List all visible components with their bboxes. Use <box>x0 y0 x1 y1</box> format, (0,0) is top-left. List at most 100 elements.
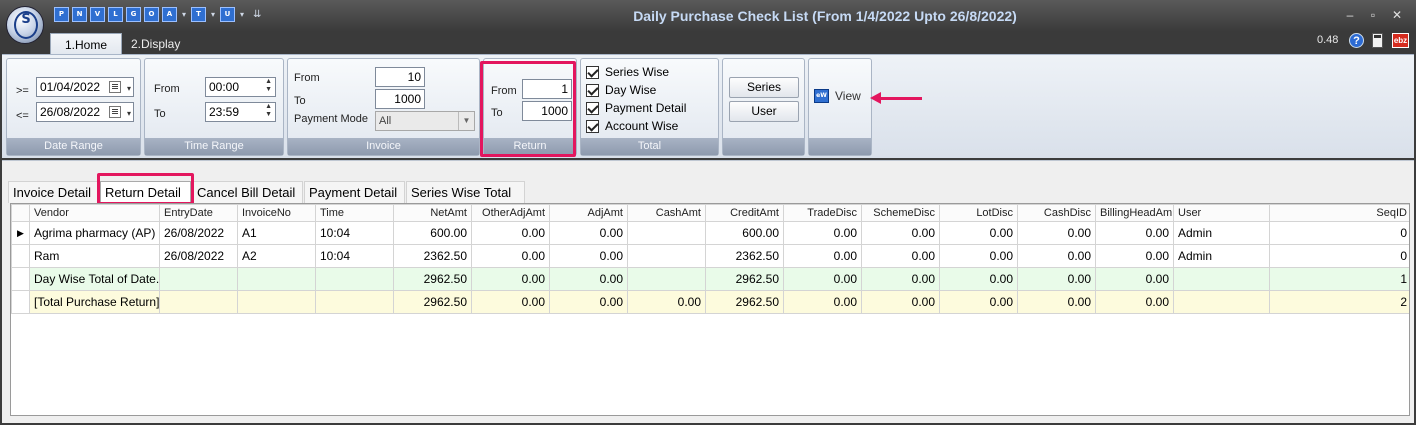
current-row-icon[interactable]: ▶ <box>11 221 30 245</box>
total-row[interactable]: Day Wise Total of Date... 2962.50 0.00 0.00… <box>11 267 1409 291</box>
table-cell[interactable]: Agrima pharmacy (AP) <box>29 221 160 245</box>
table-row[interactable]: ▶ Agrima pharmacy (AP) 26/08/2022 A1 10:04 60… <box>11 221 1409 245</box>
series-wise-checkbox[interactable]: Series Wise <box>586 65 669 79</box>
table-cell[interactable]: Day Wise Total of Date... <box>29 267 160 291</box>
spinner-icon[interactable]: ▲ ▼ <box>265 103 272 119</box>
quick-access-u-button[interactable]: U <box>220 7 235 22</box>
column-header[interactable]: TradeDisc <box>783 204 862 222</box>
customize-toolbar-icon[interactable]: ⇊ <box>253 9 261 20</box>
date-from-field[interactable]: 01/04/2022 ▾ <box>36 77 134 97</box>
table-cell[interactable]: Ram <box>29 244 160 268</box>
table-cell[interactable]: A1 <box>237 221 316 245</box>
table-cell[interactable]: 26/08/2022 <box>159 244 238 268</box>
chevron-down-icon[interactable]: ▾ <box>127 106 131 121</box>
row-selector[interactable] <box>11 244 30 268</box>
table-cell[interactable] <box>315 267 394 291</box>
table-cell[interactable] <box>627 267 706 291</box>
table-cell[interactable]: 0.00 <box>783 290 862 314</box>
table-cell[interactable]: 2362.50 <box>705 244 784 268</box>
table-cell[interactable]: 0.00 <box>549 221 628 245</box>
table-cell[interactable]: 0.00 <box>861 221 940 245</box>
table-cell[interactable]: 0.00 <box>549 267 628 291</box>
invoice-to-field[interactable]: 1000 <box>375 89 425 109</box>
table-cell[interactable]: 0.00 <box>783 244 862 268</box>
calendar-icon[interactable] <box>109 81 121 93</box>
table-cell[interactable] <box>237 267 316 291</box>
table-cell[interactable]: 2962.50 <box>393 290 472 314</box>
table-cell[interactable]: 1 <box>1269 267 1409 291</box>
chevron-down-icon[interactable]: ▾ <box>180 10 188 19</box>
table-cell[interactable]: 0.00 <box>1095 221 1174 245</box>
table-cell[interactable]: Admin <box>1173 244 1270 268</box>
chevron-down-icon[interactable]: ▾ <box>209 10 217 19</box>
close-button[interactable]: ✕ <box>1390 8 1404 22</box>
help-icon[interactable]: ? <box>1349 33 1364 48</box>
ebiz-icon[interactable]: ebz <box>1392 33 1409 48</box>
restore-button[interactable]: ▫ <box>1366 8 1380 22</box>
checkbox-checked-icon[interactable] <box>586 65 599 79</box>
table-cell[interactable]: 2362.50 <box>393 244 472 268</box>
table-cell[interactable]: 0.00 <box>939 267 1018 291</box>
table-cell[interactable]: 0.00 <box>1095 244 1174 268</box>
table-cell[interactable] <box>237 290 316 314</box>
payment-mode-select[interactable]: All ▼ <box>375 111 475 131</box>
table-cell[interactable]: 0.00 <box>861 290 940 314</box>
table-cell[interactable]: 0.00 <box>1017 290 1096 314</box>
table-row[interactable]: Ram 26/08/2022 A2 10:04 2362.50 0.00 0.00 2362.… <box>11 244 1409 268</box>
table-cell[interactable]: 0.00 <box>939 221 1018 245</box>
column-header[interactable]: OtherAdjAmt <box>471 204 550 222</box>
calendar-icon[interactable] <box>109 106 121 118</box>
column-header[interactable]: EntryDate <box>159 204 238 222</box>
table-cell[interactable]: 0.00 <box>471 267 550 291</box>
table-cell[interactable] <box>159 267 238 291</box>
table-cell[interactable]: 0.00 <box>1017 221 1096 245</box>
table-cell[interactable]: 0.00 <box>783 221 862 245</box>
table-cell[interactable]: 0.00 <box>471 244 550 268</box>
table-cell[interactable]: 10:04 <box>315 221 394 245</box>
tab-invoice-detail[interactable]: Invoice Detail <box>8 181 99 203</box>
quick-access-o-button[interactable]: O <box>144 7 159 22</box>
table-cell[interactable]: 0.00 <box>939 290 1018 314</box>
table-cell[interactable]: 0.00 <box>627 290 706 314</box>
spinner-icon[interactable]: ▲ ▼ <box>265 78 272 94</box>
tab-series-wise-total[interactable]: Series Wise Total <box>406 181 525 203</box>
table-cell[interactable]: 10:04 <box>315 244 394 268</box>
table-cell[interactable]: 0.00 <box>549 290 628 314</box>
account-wise-checkbox[interactable]: Account Wise <box>586 119 678 133</box>
tab-payment-detail[interactable]: Payment Detail <box>304 181 405 203</box>
table-cell[interactable]: A2 <box>237 244 316 268</box>
column-header[interactable]: Vendor <box>29 204 160 222</box>
table-cell[interactable] <box>627 221 706 245</box>
table-cell[interactable]: 600.00 <box>393 221 472 245</box>
table-cell[interactable]: 0.00 <box>471 221 550 245</box>
date-to-field[interactable]: 26/08/2022 ▾ <box>36 102 134 122</box>
app-logo[interactable]: S <box>6 6 44 44</box>
day-wise-checkbox[interactable]: Day Wise <box>586 83 656 97</box>
table-cell[interactable] <box>1173 267 1270 291</box>
quick-access-g-button[interactable]: G <box>126 7 141 22</box>
checkbox-checked-icon[interactable] <box>586 119 599 133</box>
table-cell[interactable]: 0.00 <box>861 267 940 291</box>
time-from-field[interactable]: 00:00 ▲ ▼ <box>205 77 276 97</box>
payment-detail-checkbox[interactable]: Payment Detail <box>586 101 686 115</box>
table-cell[interactable]: 0.00 <box>861 244 940 268</box>
table-cell[interactable] <box>159 290 238 314</box>
user-button[interactable]: User <box>729 101 799 122</box>
table-cell[interactable]: 0.00 <box>1017 244 1096 268</box>
column-header[interactable]: BillingHeadAm <box>1095 204 1174 222</box>
table-cell[interactable] <box>627 244 706 268</box>
column-header[interactable]: SeqID <box>1269 204 1409 222</box>
quick-access-l-button[interactable]: L <box>108 7 123 22</box>
minimize-button[interactable]: – <box>1343 8 1357 22</box>
table-cell[interactable]: 26/08/2022 <box>159 221 238 245</box>
quick-access-t-button[interactable]: T <box>191 7 206 22</box>
table-cell[interactable]: 2962.50 <box>705 290 784 314</box>
table-cell[interactable]: 0.00 <box>939 244 1018 268</box>
table-cell[interactable]: Admin <box>1173 221 1270 245</box>
table-cell[interactable]: 2962.50 <box>393 267 472 291</box>
column-header[interactable]: SchemeDisc <box>861 204 940 222</box>
tab-cancel-bill-detail[interactable]: Cancel Bill Detail <box>192 181 303 203</box>
time-to-field[interactable]: 23:59 ▲ ▼ <box>205 102 276 122</box>
quick-access-p-button[interactable]: P <box>54 7 69 22</box>
view-button[interactable]: eW View <box>814 89 861 103</box>
